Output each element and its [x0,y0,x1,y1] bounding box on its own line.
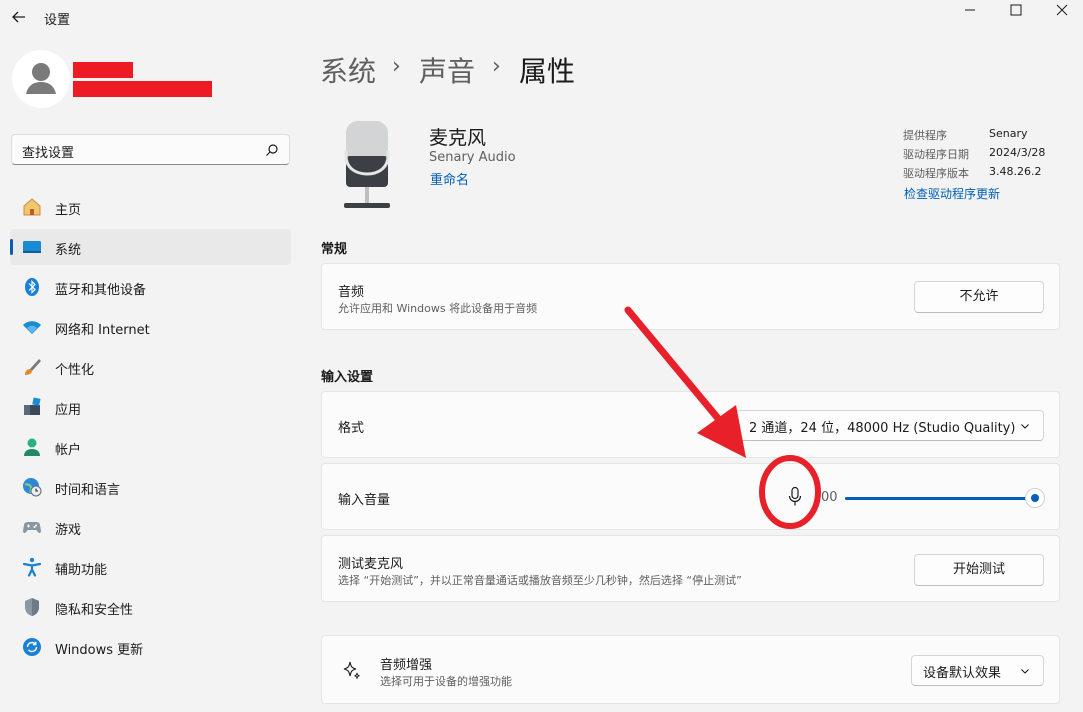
nav-item-apps[interactable]: 应用 [10,389,291,425]
page-title: 属性 [519,55,576,88]
nav-item-update[interactable]: Windows 更新 [10,629,291,665]
breadcrumb: 系统 › 声音 › 属性 [320,0,720,100]
format-dropdown[interactable]: 2 通道，24 位，48000 Hz (Studio Quality) [735,410,1044,441]
wifi-icon [23,321,41,334]
rename-link[interactable]: 重命名 [430,169,469,188]
nav-item-personalize[interactable]: 个性化 [10,349,291,385]
volume-slider-track[interactable] [845,497,1035,500]
sparkle-icon [343,661,360,679]
audio-enhance-subtitle: 选择可用于设备的增强功能 [380,675,512,688]
nav-label: 个性化 [55,363,95,378]
search-input[interactable]: 查找设置 [11,134,290,165]
user-icon [26,63,56,94]
audio-title: 音频 [338,285,365,300]
nav-item-network[interactable]: 网络和 Internet [10,309,291,345]
nav-item-gaming[interactable]: 游戏 [10,509,291,545]
info-driver-date-label: 驱动程序日期 [903,148,969,161]
nav-item-time[interactable]: 时间和语言 [10,469,291,505]
microphone-icon[interactable] [787,486,803,508]
enhance-value: 设备默认效果 [923,666,1002,681]
chevron-down-icon [1021,669,1029,674]
nav-label: 隐私和安全性 [55,603,134,618]
nav-label: 游戏 [55,523,82,538]
device-vendor: Senary Audio [429,150,516,165]
monitor-icon [23,241,41,253]
accessibility-icon [22,557,42,577]
redacted-username [73,62,133,78]
apps-icon [24,397,41,415]
test-mic-subtitle: 选择 “开始测试”，并以正常音量通话或播放音频至少几秒钟，然后选择 “停止测试” [338,574,742,587]
nav-item-system[interactable]: 系统 [10,229,291,265]
test-mic-card: 测试麦克风 选择 “开始测试”，并以正常音量通话或播放音频至少几秒钟，然后选择 … [321,535,1060,602]
format-card: 格式 2 通道，24 位，48000 Hz (Studio Quality) [321,391,1060,458]
breadcrumb-sound[interactable]: 声音 [419,50,475,90]
globe-clock-icon [23,478,42,497]
audio-subtitle: 允许应用和 Windows 将此设备用于音频 [338,302,538,315]
section-input-title: 输入设置 [321,370,374,385]
nav-item-bluetooth[interactable]: 蓝牙和其他设备 [10,269,291,305]
close-icon[interactable] [1052,2,1072,18]
gamepad-icon [23,522,41,534]
info-provider-label: 提供程序 [903,129,947,142]
device-name: 麦克风 [429,127,487,149]
enhance-dropdown[interactable]: 设备默认效果 [911,655,1044,686]
check-driver-update-link[interactable]: 检查驱动程序更新 [904,185,1000,202]
redacted-email [73,81,212,97]
minimize-icon[interactable] [960,2,980,18]
info-driver-version-value: 3.48.26.2 [989,165,1042,178]
nav-item-accounts[interactable]: 帐户 [10,429,291,465]
audio-enhance-card: 音频增强 选择可用于设备的增强功能 设备默认效果 [321,635,1060,704]
nav-label: 系统 [55,243,82,258]
nav-item-accessibility[interactable]: 辅助功能 [10,549,291,585]
input-volume-title: 输入音量 [338,493,391,508]
info-driver-version-label: 驱动程序版本 [903,167,969,180]
update-icon [23,638,41,656]
search-icon[interactable] [265,143,279,157]
microphone-image [344,121,390,208]
breadcrumb-system[interactable]: 系统 [320,50,376,90]
home-icon [23,198,41,216]
nav-label: 时间和语言 [55,483,121,498]
section-general-title: 常规 [321,242,348,257]
brush-icon [25,359,41,375]
shield-icon [25,598,39,616]
volume-slider-thumb[interactable] [1025,488,1045,508]
info-provider-value: Senary [989,127,1028,140]
maximize-icon[interactable] [1006,2,1026,18]
audio-enhance-title: 音频增强 [380,658,433,673]
chevron-down-icon [1021,424,1029,429]
bluetooth-icon [25,278,39,296]
format-title: 格式 [338,421,365,436]
input-volume-value: 00 [821,490,838,505]
avatar[interactable] [12,50,70,108]
nav-item-home[interactable]: 主页 [10,189,291,225]
nav-label: 蓝牙和其他设备 [55,283,147,298]
format-value: 2 通道，24 位，48000 Hz (Studio Quality) [749,421,1016,436]
search-placeholder: 查找设置 [22,146,75,161]
nav-label: 应用 [55,403,82,418]
nav-item-privacy[interactable]: 隐私和安全性 [10,589,291,625]
breadcrumb-separator: › [392,54,401,79]
audio-card: 音频 允许应用和 Windows 将此设备用于音频 不允许 [321,263,1060,330]
start-test-button[interactable]: 开始测试 [914,554,1044,586]
nav-label: 网络和 Internet [55,323,150,338]
nav-label: 辅助功能 [55,563,108,578]
back-arrow-icon[interactable] [10,8,28,26]
info-driver-date-value: 2024/3/28 [989,146,1046,159]
input-volume-card: 输入音量 00 [321,463,1060,530]
test-mic-title: 测试麦克风 [338,557,404,572]
nav-label: 帐户 [55,443,82,458]
disallow-button[interactable]: 不允许 [914,281,1044,313]
nav-label: Windows 更新 [55,643,144,658]
nav-label: 主页 [55,203,82,218]
breadcrumb-separator: › [492,54,501,79]
account-icon [24,438,40,456]
active-indicator [10,239,13,255]
app-title: 设置 [44,13,71,28]
